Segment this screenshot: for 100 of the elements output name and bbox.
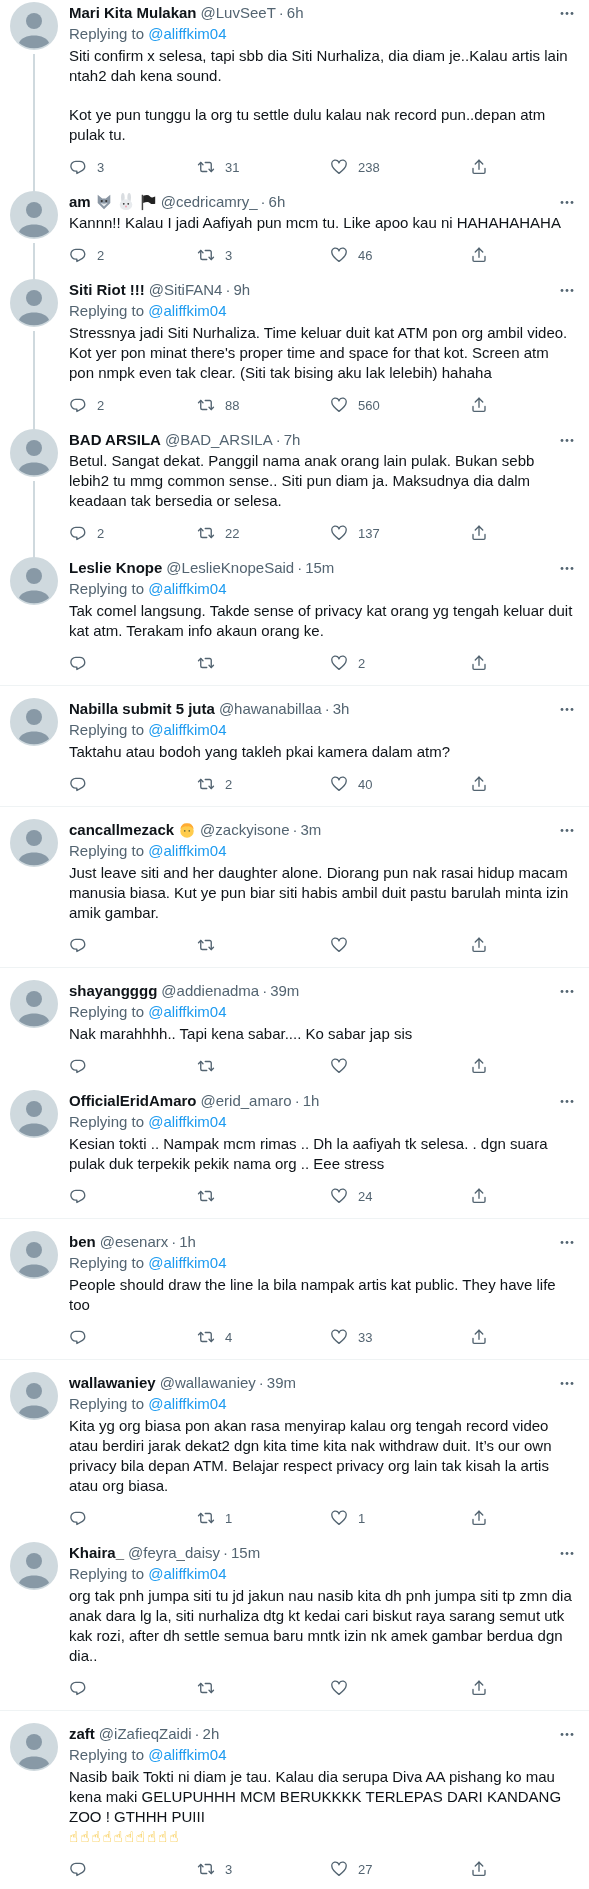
like-heart-icon[interactable] (330, 1679, 348, 1697)
like-heart-icon[interactable] (330, 396, 348, 414)
timestamp[interactable]: 15m (230, 1543, 261, 1563)
reply-icon[interactable] (69, 524, 87, 542)
separator-dot: · (275, 430, 281, 450)
reply-icon[interactable] (69, 1679, 87, 1697)
more-options-icon[interactable] (559, 988, 575, 994)
reply-icon[interactable] (69, 775, 87, 793)
user-handle: @addienadma (161, 981, 260, 1001)
more-options-icon[interactable] (559, 199, 575, 205)
avatar[interactable] (10, 429, 58, 477)
share-icon[interactable] (470, 1860, 488, 1878)
more-options-icon[interactable] (559, 1239, 575, 1245)
avatar[interactable] (10, 191, 58, 239)
pointing-up-emoji: ☝☝☝☝☝☝☝☝☝☝ (69, 1827, 181, 1847)
avatar[interactable] (10, 1372, 58, 1420)
replying-to-label: Replying to (69, 1746, 145, 1763)
timestamp[interactable]: 6h (286, 3, 304, 23)
like-heart-icon[interactable] (330, 1057, 348, 1075)
avatar[interactable] (10, 1231, 58, 1279)
display-name[interactable]: am (69, 192, 91, 212)
timestamp[interactable]: 1h (179, 1232, 196, 1252)
like-heart-icon[interactable] (330, 1509, 348, 1527)
display-name[interactable]: wallawaniey (69, 1373, 156, 1393)
avatar[interactable] (10, 980, 58, 1028)
avatar[interactable] (10, 819, 58, 867)
more-options-icon[interactable] (559, 565, 575, 571)
like-heart-icon[interactable] (330, 1860, 348, 1878)
display-name[interactable]: Leslie Knope (69, 558, 163, 578)
avatar[interactable] (10, 557, 58, 605)
share-icon[interactable] (470, 396, 488, 414)
retweet-count: 88 (225, 397, 240, 413)
reply-icon[interactable] (69, 246, 87, 264)
reply-icon[interactable] (69, 1057, 87, 1075)
avatar[interactable] (10, 1542, 58, 1590)
reply-icon[interactable] (69, 158, 87, 176)
display-name[interactable]: cancallmezack (69, 820, 175, 840)
timestamp[interactable]: 3h (332, 699, 350, 719)
more-options-icon[interactable] (559, 287, 575, 293)
avatar[interactable] (10, 2, 58, 50)
share-icon[interactable] (470, 1187, 488, 1205)
avatar[interactable] (10, 279, 58, 327)
replying-to-label: Replying to (69, 842, 145, 859)
share-icon[interactable] (470, 1328, 488, 1346)
share-icon[interactable] (470, 936, 488, 954)
like-heart-icon[interactable] (330, 936, 348, 954)
timestamp[interactable]: 39m (266, 1373, 296, 1393)
timestamp[interactable]: 15m (305, 558, 335, 578)
like-heart-icon[interactable] (330, 1328, 348, 1346)
display-name[interactable]: OfficialEridAmaro (69, 1091, 197, 1111)
more-options-icon[interactable] (559, 437, 575, 443)
like-heart-icon[interactable] (330, 158, 348, 176)
reply-icon[interactable] (69, 936, 87, 954)
tweet-text: Just leave siti and her daughter alone. Diorang pun nak rasai hidup macam manusia biasa. Kut ye pun biar siti habis ambil duit pastu barulah minta izin amik gambar. (69, 863, 570, 923)
display-name[interactable]: shayangggg (69, 981, 158, 1001)
share-icon[interactable] (470, 158, 488, 176)
timestamp[interactable]: 39m (270, 981, 300, 1001)
tweet-text: Kot ye pun tunggu la org tu settle dulu kalau nak record pun..depan atm pulak tu. (69, 105, 547, 145)
avatar[interactable] (10, 698, 58, 746)
display-name[interactable]: Siti Riot !!! (69, 280, 145, 300)
user-handle: @erid_amaro (200, 1091, 292, 1111)
like-heart-icon[interactable] (330, 1187, 348, 1205)
share-icon[interactable] (470, 1679, 488, 1697)
share-icon[interactable] (470, 654, 488, 672)
more-options-icon[interactable] (559, 1731, 575, 1737)
share-icon[interactable] (470, 1057, 488, 1075)
avatar[interactable] (10, 1090, 58, 1138)
like-heart-icon[interactable] (330, 524, 348, 542)
display-name[interactable]: BAD ARSILA (69, 430, 161, 450)
more-options-icon[interactable] (559, 1550, 575, 1556)
share-icon[interactable] (470, 775, 488, 793)
like-heart-icon[interactable] (330, 775, 348, 793)
share-icon[interactable] (470, 524, 488, 542)
timestamp[interactable]: 7h (283, 430, 301, 450)
timestamp[interactable]: 1h (302, 1091, 320, 1111)
timestamp[interactable]: 6h (268, 192, 286, 212)
share-icon[interactable] (470, 1509, 488, 1527)
more-options-icon[interactable] (559, 10, 575, 16)
reply-icon[interactable] (69, 396, 87, 414)
timestamp[interactable]: 3m (300, 820, 322, 840)
display-name[interactable]: Khaira_ (69, 1543, 125, 1563)
more-options-icon[interactable] (559, 1098, 575, 1104)
timestamp[interactable]: 9h (233, 280, 251, 300)
reply-icon[interactable] (69, 1187, 87, 1205)
display-name[interactable]: ben (69, 1232, 96, 1252)
more-options-icon[interactable] (559, 1380, 575, 1386)
avatar[interactable] (10, 1723, 58, 1771)
like-heart-icon[interactable] (330, 246, 348, 264)
reply-icon[interactable] (69, 1328, 87, 1346)
share-icon[interactable] (470, 246, 488, 264)
reply-icon[interactable] (69, 1509, 87, 1527)
display-name[interactable]: Mari Kita Mulakan (69, 3, 197, 23)
more-options-icon[interactable] (559, 706, 575, 712)
display-name[interactable]: Nabilla submit 5 juta (69, 699, 215, 719)
reply-icon[interactable] (69, 1860, 87, 1878)
reply-icon[interactable] (69, 654, 87, 672)
like-heart-icon[interactable] (330, 654, 348, 672)
display-name[interactable]: zaft (69, 1724, 95, 1744)
timestamp[interactable]: 2h (202, 1724, 220, 1744)
more-options-icon[interactable] (559, 827, 575, 833)
